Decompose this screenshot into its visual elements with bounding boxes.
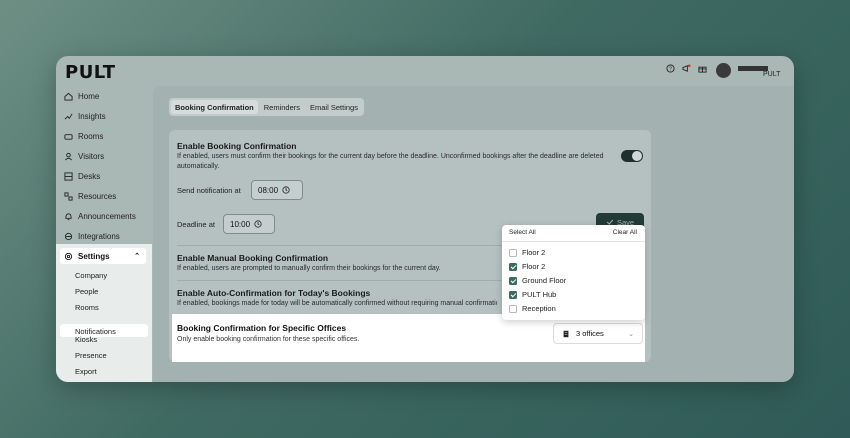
sidebar-item-insights[interactable]: Insights: [64, 108, 106, 124]
specific-offices-desc: Only enable booking confirmation for the…: [177, 336, 360, 343]
checkbox[interactable]: [509, 290, 517, 299]
dropdown-option[interactable]: PULT Hub: [509, 289, 556, 300]
clock-icon: [254, 220, 262, 228]
sidebar-item-home[interactable]: Home: [64, 88, 99, 104]
settings-sub-company[interactable]: Company: [75, 271, 107, 280]
dropdown-option[interactable]: Reception: [509, 303, 556, 314]
enable-booking-toggle[interactable]: [621, 150, 643, 162]
option-label: Reception: [522, 304, 556, 313]
offices-dropdown: Select All Clear All Floor 2 Floor 2 Gro…: [502, 225, 645, 320]
sidebar-item-label: Rooms: [78, 131, 104, 141]
manual-confirmation-title: Enable Manual Booking Confirmation: [177, 253, 329, 263]
svg-text:?: ?: [669, 66, 672, 72]
integrations-icon: [64, 232, 73, 240]
settings-sub-kiosks[interactable]: Kiosks: [75, 335, 97, 344]
top-bar: PULT ? PULT: [56, 56, 794, 86]
settings-submenu: Settings ⌃ Company People Rooms Notifica…: [56, 244, 152, 382]
sidebar-item-label: Desks: [78, 171, 101, 181]
chevron-down-icon: ⌄: [628, 330, 634, 338]
dropdown-option[interactable]: Ground Floor: [509, 275, 566, 286]
settings-sub-people[interactable]: People: [75, 287, 98, 296]
sidebar-item-label: Announcements: [78, 211, 136, 221]
desks-icon: [64, 171, 73, 181]
sidebar-item-label: Insights: [78, 111, 106, 121]
megaphone-icon[interactable]: [682, 64, 691, 73]
tab-reminders[interactable]: Reminders: [260, 100, 304, 114]
insights-icon: [64, 113, 73, 120]
dropdown-option[interactable]: Floor 2: [509, 247, 545, 258]
settings-label: Settings: [78, 251, 110, 261]
sidebar-item-resources[interactable]: Resources: [64, 188, 116, 204]
help-icon[interactable]: ?: [666, 64, 675, 73]
settings-sub-presence[interactable]: Presence: [75, 351, 107, 360]
sidebar-item-label: Visitors: [78, 151, 105, 161]
user-company: PULT: [763, 71, 781, 78]
sidebar-item-desks[interactable]: Desks: [64, 168, 100, 184]
visitors-icon: [65, 152, 72, 160]
settings-sub-rooms[interactable]: Rooms: [75, 303, 99, 312]
send-notification-time-value: 08:00: [258, 185, 279, 195]
chevron-up-icon: ⌃: [134, 253, 140, 260]
option-label: PULT Hub: [522, 290, 557, 299]
deadline-label: Deadline at: [177, 220, 215, 229]
gear-icon: [64, 252, 73, 260]
auto-confirmation-title: Enable Auto-Confirmation for Today's Boo…: [177, 288, 371, 298]
clear-all-button[interactable]: Clear All: [613, 229, 637, 236]
tab-email-settings[interactable]: Email Settings: [306, 100, 362, 114]
offices-select[interactable]: 3 offices ⌄: [553, 323, 643, 344]
sidebar-item-label: Resources: [78, 191, 117, 201]
auto-confirmation-desc: If enabled, bookings made for today will…: [177, 300, 497, 307]
enable-booking-desc: If enabled, users must confirm their boo…: [177, 153, 604, 170]
bell-icon: [65, 212, 72, 220]
sidebar-item-integrations[interactable]: Integrations: [64, 228, 120, 244]
rooms-icon: [64, 133, 73, 140]
dropdown-header: Select All Clear All: [502, 225, 645, 242]
specific-offices-title: Booking Confirmation for Specific Office…: [177, 323, 347, 333]
avatar[interactable]: [716, 63, 731, 78]
option-label: Floor 2: [522, 248, 546, 257]
sidebar-item-label: Integrations: [78, 231, 120, 241]
send-notification-label: Send notification at: [177, 186, 241, 195]
tab-bar: Booking Confirmation Reminders Email Set…: [169, 98, 364, 116]
deadline-time-input[interactable]: 10:00: [223, 214, 275, 234]
logo: PULT: [65, 62, 116, 83]
offices-select-value: 3 offices: [576, 329, 604, 338]
specific-offices-section: Booking Confirmation for Specific Office…: [172, 314, 645, 362]
dropdown-option[interactable]: Floor 2: [509, 261, 545, 272]
sidebar-item-announcements[interactable]: Announcements: [64, 208, 136, 224]
settings-sub-export[interactable]: Export: [75, 367, 97, 376]
option-label: Ground Floor: [522, 276, 567, 285]
sidebar-item-settings[interactable]: Settings ⌃: [60, 248, 146, 264]
sidebar-item-visitors[interactable]: Visitors: [64, 148, 104, 164]
gift-icon[interactable]: [698, 64, 707, 73]
home-icon: [64, 92, 73, 101]
checkbox[interactable]: [509, 262, 517, 271]
tab-booking-confirmation[interactable]: Booking Confirmation: [171, 100, 258, 114]
select-all-button[interactable]: Select All: [509, 229, 536, 236]
top-icons: ?: [666, 64, 707, 73]
send-notification-time-input[interactable]: 08:00: [251, 180, 303, 200]
checkbox[interactable]: [509, 276, 517, 285]
checkbox[interactable]: [509, 248, 517, 257]
sidebar-item-rooms[interactable]: Rooms: [64, 128, 103, 144]
checkbox[interactable]: [509, 304, 517, 313]
option-label: Floor 2: [522, 262, 546, 271]
clock-icon: [282, 186, 290, 194]
resources-icon: [64, 191, 73, 201]
sidebar-item-label: Home: [78, 91, 100, 101]
enable-booking-title: Enable Booking Confirmation: [177, 141, 297, 151]
deadline-time-value: 10:00: [230, 219, 251, 229]
building-icon: [563, 330, 569, 337]
